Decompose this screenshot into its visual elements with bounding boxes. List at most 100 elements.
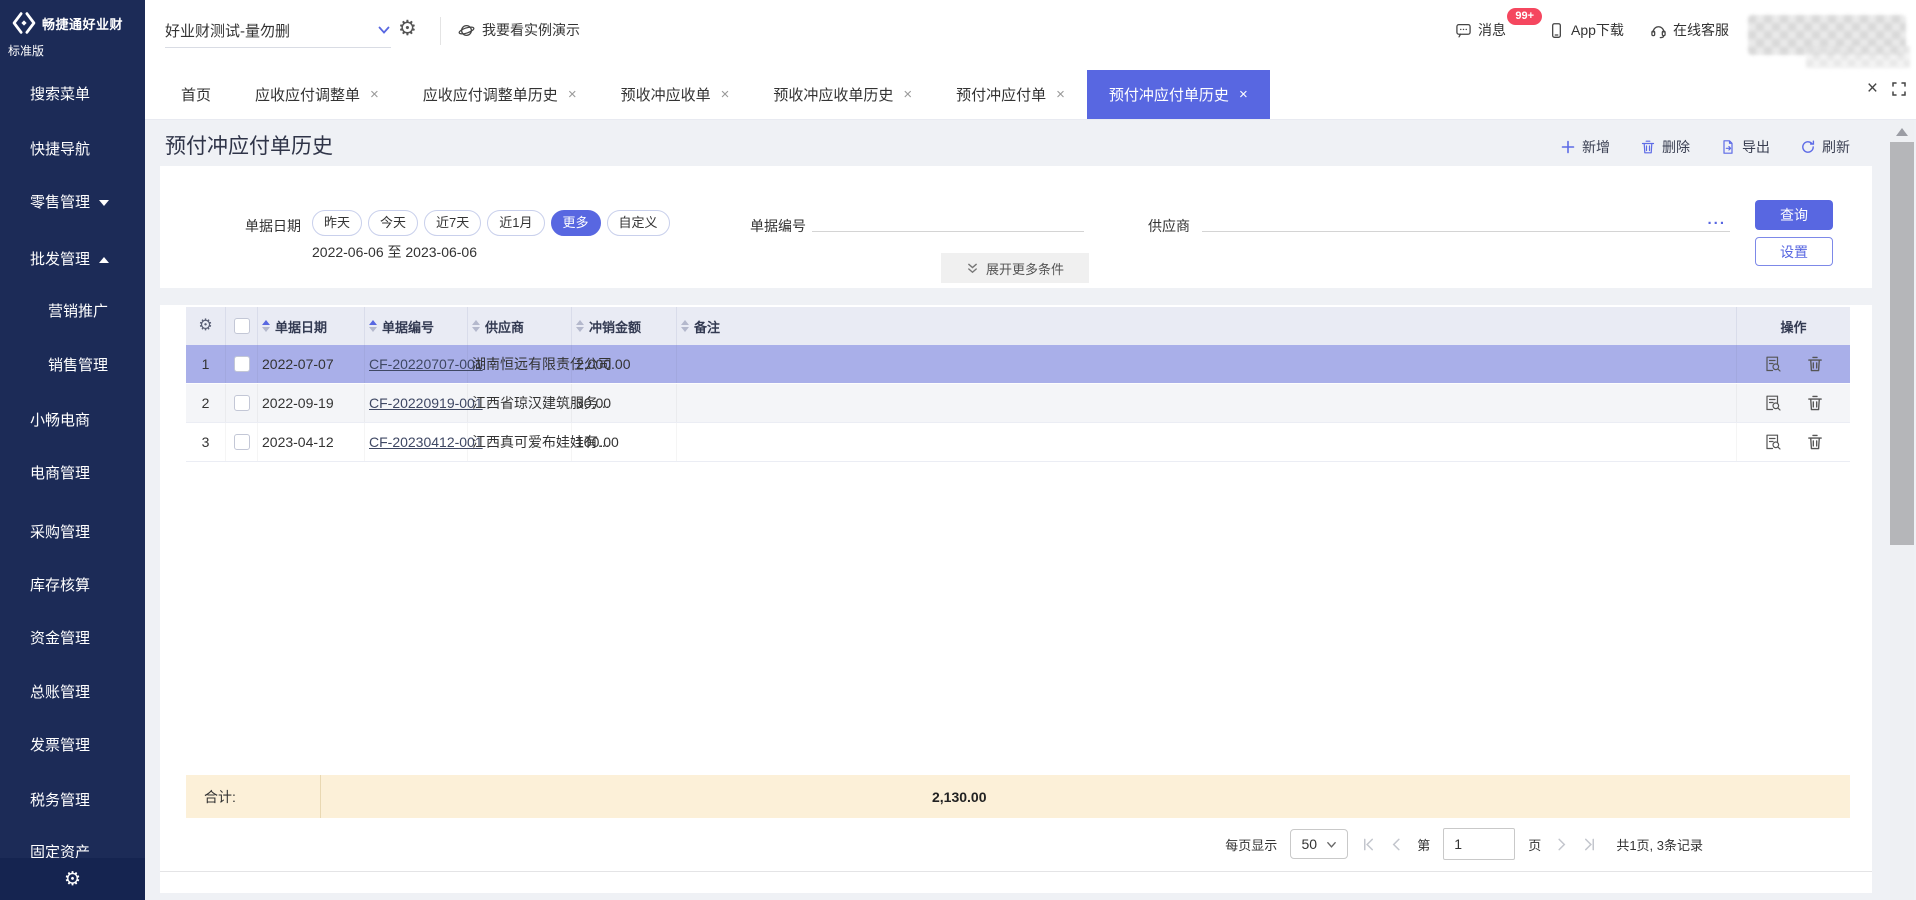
first-page-icon[interactable] [1361,837,1376,852]
page-size-select[interactable]: 50 [1290,829,1348,859]
sidebar-item-xiaochang-ecom[interactable]: 小畅电商 [30,411,90,431]
sort-icon[interactable] [681,320,689,332]
pill-last-month[interactable]: 近1月 [487,210,544,236]
sidebar-item-inventory-accounting[interactable]: 库存核算 [30,576,90,596]
row-checkbox[interactable] [234,356,250,372]
tab-close-icon[interactable]: × [721,87,730,102]
demo-link[interactable]: 我要看实例演示 [458,20,580,40]
sidebar-item-label: 电商管理 [30,464,90,484]
view-detail-icon[interactable] [1764,433,1782,451]
page-number-input[interactable] [1443,828,1515,860]
pill-yesterday[interactable]: 昨天 [312,210,362,236]
column-header-label: 操作 [1780,317,1806,336]
trash-icon [1640,139,1656,155]
doc-no-input[interactable] [812,204,1084,232]
sidebar: 搜索菜单 快捷导航 零售管理 批发管理 营销推广 销售管理 小畅电商 电商管理 … [0,62,145,900]
expand-more-conditions-button[interactable]: 展开更多条件 [941,253,1089,283]
sidebar-item-wholesale-mgmt[interactable]: 批发管理 [30,250,109,270]
sidebar-item-quick-nav[interactable]: 快捷导航 [30,140,90,160]
sidebar-item-sales-mgmt[interactable]: 销售管理 [48,356,108,376]
row-doc-no-link[interactable]: CF-20220919-001 [369,395,483,411]
view-detail-icon[interactable] [1764,355,1782,373]
date-filter-label: 单据日期 [245,216,301,236]
row-amount: 30.00 [576,395,611,411]
column-header-doc-no[interactable]: 单据编号 [365,307,468,345]
pill-last-7-days[interactable]: 近7天 [424,210,481,236]
column-header-doc-date[interactable]: 单据日期 [258,307,365,345]
workspace-selector[interactable]: 好业财测试-量勿删 [165,13,391,48]
vertical-scrollbar[interactable] [1890,120,1914,900]
export-button[interactable]: 导出 [1720,137,1770,157]
online-support-button[interactable]: 在线客服 [1650,20,1729,40]
tab-ar-ap-adjust-history[interactable]: 应收应付调整单历史× [401,70,599,119]
tab-close-icon[interactable]: × [1239,87,1248,102]
add-button[interactable]: 新增 [1560,137,1610,157]
view-detail-icon[interactable] [1764,394,1782,412]
sidebar-item-purchase-mgmt[interactable]: 采购管理 [30,523,90,543]
supplier-picker-ellipsis-icon[interactable]: ... [1707,212,1726,227]
delete-row-icon[interactable] [1806,394,1824,412]
tab-home[interactable]: 首页 [159,70,233,119]
supplier-input[interactable]: ... [1202,204,1730,232]
sidebar-settings-gear-icon[interactable]: ⚙ [64,870,81,889]
tab-prepay-offset-ap-history-active[interactable]: 预付冲应付单历史× [1087,70,1270,119]
pill-more-active[interactable]: 更多 [551,210,601,236]
row-checkbox[interactable] [234,434,250,450]
delete-row-icon[interactable] [1806,433,1824,451]
messages-button[interactable]: 消息 99+ [1455,20,1506,40]
sort-icon[interactable] [472,320,480,332]
sidebar-item-general-ledger[interactable]: 总账管理 [30,683,90,703]
search-button[interactable]: 查询 [1755,200,1833,230]
sidebar-item-retail-mgmt[interactable]: 零售管理 [30,193,109,213]
last-page-icon[interactable] [1582,837,1597,852]
sidebar-item-marketing[interactable]: 营销推广 [48,302,108,322]
table-row[interactable]: 1 2022-07-07 CF-20220707-001 湖南恒远有限责任公司 … [186,345,1850,384]
table-row[interactable]: 2 2022-09-19 CF-20220919-001 江西省琼汉建筑服务..… [186,384,1850,423]
sidebar-item-funds-mgmt[interactable]: 资金管理 [30,629,90,649]
tab-prepay-offset-ap[interactable]: 预付冲应付单× [934,70,1087,119]
row-doc-no-link[interactable]: CF-20220707-001 [369,356,483,372]
tab-close-icon[interactable]: × [1056,87,1065,102]
row-seq: 1 [202,356,210,372]
scroll-up-arrow-icon[interactable] [1896,128,1908,136]
sort-icon-asc[interactable] [369,320,377,332]
row-doc-no-link[interactable]: CF-20230412-001 [369,434,483,450]
sidebar-item-label: 库存核算 [30,576,90,596]
scrollbar-thumb[interactable] [1890,142,1914,545]
column-header-amount[interactable]: 冲销金额 [572,307,677,345]
sort-icon[interactable] [576,320,584,332]
tab-close-icon[interactable]: × [568,87,577,102]
app-download-button[interactable]: App下载 [1548,20,1624,40]
filter-settings-button[interactable]: 设置 [1755,237,1833,266]
sort-icon-asc[interactable] [262,320,270,332]
fullscreen-icon[interactable] [1891,81,1907,97]
delete-button-label: 删除 [1662,137,1690,157]
next-page-icon[interactable] [1554,837,1569,852]
select-all-checkbox[interactable] [234,318,250,334]
tab-prepaid-offset-ar[interactable]: 预收冲应收单× [599,70,752,119]
tab-close-icon[interactable]: × [903,87,912,102]
table-row[interactable]: 3 2023-04-12 CF-20230412-001 江西真可爱布娃娃有..… [186,423,1850,462]
tab-ar-ap-adjust[interactable]: 应收应付调整单× [233,70,401,119]
tab-prepaid-offset-ar-history[interactable]: 预收冲应收单历史× [751,70,934,119]
row-doc-date: 2022-09-19 [262,395,334,411]
pill-custom[interactable]: 自定义 [607,210,670,236]
delete-button[interactable]: 删除 [1640,137,1690,157]
workspace-settings-gear-icon[interactable]: ⚙ [398,18,417,39]
column-header-supplier[interactable]: 供应商 [468,307,572,345]
close-all-tabs-icon[interactable]: × [1867,79,1878,98]
tab-close-icon[interactable]: × [370,87,379,102]
pill-today[interactable]: 今天 [368,210,418,236]
refresh-button[interactable]: 刷新 [1800,137,1850,157]
tab-label: 首页 [181,84,211,105]
sidebar-item-invoice-mgmt[interactable]: 发票管理 [30,736,90,756]
row-checkbox[interactable] [234,395,250,411]
column-settings-gear-icon[interactable]: ⚙ [198,318,212,334]
sidebar-item-ecom-mgmt[interactable]: 电商管理 [30,464,90,484]
page-toolbar: 新增 删除 导出 刷新 [1560,137,1850,157]
prev-page-icon[interactable] [1389,837,1404,852]
delete-row-icon[interactable] [1806,355,1824,373]
sidebar-item-tax-mgmt[interactable]: 税务管理 [30,791,90,811]
column-header-note[interactable]: 备注 [677,307,1737,345]
sidebar-item-search-menu[interactable]: 搜索菜单 [30,85,90,105]
